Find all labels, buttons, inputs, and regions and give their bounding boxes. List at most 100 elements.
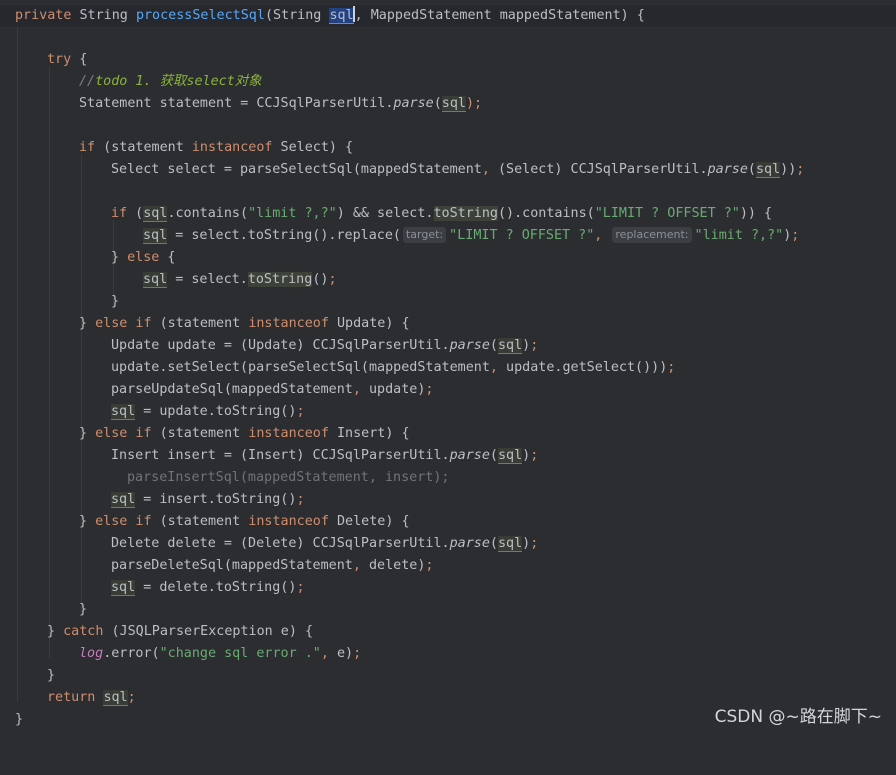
code-text: , [489, 360, 498, 375]
static-method: parse [393, 96, 434, 111]
sql-identifier: sql [329, 8, 354, 24]
code-text: Statement statement = CCJSqlParserUtil. [79, 96, 394, 111]
code-text: , [352, 558, 361, 573]
code-line[interactable]: //todo 1. 获取select对象 [0, 71, 896, 93]
code-text: ); [465, 96, 483, 111]
code-line[interactable]: sql = update.toString(); [0, 401, 896, 423]
comment: // [79, 74, 96, 89]
code-text: } [79, 426, 88, 441]
code-text: (statement [151, 426, 249, 441]
code-line[interactable]: sql = select.toString(); [0, 269, 896, 291]
code-text: )) { [739, 206, 773, 221]
code-text: Update) { [328, 316, 410, 331]
code-text: .contains( [167, 206, 249, 221]
code-text: e) [328, 646, 354, 661]
code-line[interactable]: } else if (statement instanceof Insert) … [0, 423, 896, 445]
keyword: instanceof [191, 140, 273, 155]
code-line[interactable]: Select select = parseSelectSql(mappedSta… [0, 159, 896, 181]
code-line[interactable]: update.setSelect(parseSelectSql(mappedSt… [0, 357, 896, 379]
code-text: ; [425, 558, 434, 573]
parameter-hint: replacement: [612, 227, 692, 243]
code-line[interactable]: sql = delete.toString(); [0, 577, 896, 599]
watermark: CSDN @~路在脚下~ [714, 707, 882, 727]
code-line[interactable]: Insert insert = (Insert) CCJSqlParserUti… [0, 445, 896, 467]
code-line[interactable]: } else if (statement instanceof Delete) … [0, 511, 896, 533]
keyword: instanceof [248, 316, 329, 331]
code-text: Delete delete = (Delete) CCJSqlParserUti… [111, 536, 450, 551]
sql-identifier: sql [497, 536, 523, 552]
code-text: } [79, 514, 88, 529]
string-literal: "LIMIT ? OFFSET ?" [449, 228, 595, 243]
code-text: = update.toString() [135, 404, 297, 419]
code-line[interactable]: } [0, 665, 896, 687]
code-text: ( [747, 162, 756, 177]
code-line[interactable]: } [0, 291, 896, 313]
code-line[interactable]: sql = select.toString().replace(target: "… [0, 225, 896, 247]
code-text: ( [127, 206, 144, 221]
code-line[interactable]: Statement statement = CCJSqlParserUtil.p… [0, 93, 896, 115]
code-text: ; [296, 580, 305, 595]
code-text: (String [264, 8, 330, 23]
code-text: ; [530, 536, 539, 551]
code-line[interactable]: log.error("change sql error .", e); [0, 643, 896, 665]
code-text: , [481, 162, 490, 177]
code-text: } [15, 712, 24, 727]
code-line[interactable]: } [0, 599, 896, 621]
keyword: private [15, 8, 72, 23]
code-line[interactable]: } catch (JSQLParserException e) { [0, 621, 896, 643]
static-method: parse [449, 338, 490, 353]
keyword: catch [63, 624, 104, 639]
code-text: { [71, 52, 88, 67]
code-text: Insert insert = (Insert) CCJSqlParserUti… [111, 448, 450, 463]
code-text: , [320, 646, 329, 661]
sql-identifier: sql [143, 206, 168, 222]
code-text: ; [530, 338, 539, 353]
code-text: ; [425, 382, 434, 397]
code-line[interactable]: try { [0, 49, 896, 71]
code-line[interactable]: } else { [0, 247, 896, 269]
static-field: log [79, 646, 104, 661]
code-text: ; [353, 646, 362, 661]
static-method: parse [449, 448, 490, 463]
keyword: if [79, 140, 96, 155]
code-line[interactable]: } else if (statement instanceof Update) … [0, 313, 896, 335]
code-text: update.setSelect(parseSelectSql(mappedSt… [111, 360, 490, 375]
keyword: else if [95, 426, 152, 441]
code-line[interactable]: parseInsertSql(mappedStatement, insert); [0, 467, 896, 489]
method-name: processSelectSql [135, 8, 265, 23]
code-text: update.getSelect())) [497, 360, 668, 375]
code-text: parseDeleteSql(mappedStatement [111, 558, 353, 573]
sql-identifier: sql [111, 580, 136, 596]
code-text: } [79, 602, 88, 617]
todo-comment: select [186, 74, 235, 89]
code-text: ( [433, 96, 442, 111]
sql-identifier: sql [111, 404, 136, 420]
code-line[interactable]: parseDeleteSql(mappedStatement, delete); [0, 555, 896, 577]
code-text: } [47, 624, 56, 639]
code-text: , [352, 382, 361, 397]
keyword: instanceof [248, 426, 329, 441]
code-text: { [159, 250, 176, 265]
code-line[interactable]: Update update = (Update) CCJSqlParserUti… [0, 335, 896, 357]
sql-identifier: sql [755, 162, 781, 178]
code-editor[interactable]: private String processSelectSql(String s… [0, 0, 896, 734]
code-line[interactable]: Delete delete = (Delete) CCJSqlParserUti… [0, 533, 896, 555]
string-literal: "change sql error ." [159, 646, 321, 661]
code-text: (JSQLParserException e) { [103, 624, 314, 639]
keyword: if [111, 206, 128, 221]
code-text: delete) [360, 558, 426, 573]
code-text: , MappedStatement mappedStatement) { [354, 8, 645, 23]
code-line[interactable]: if (statement instanceof Select) { [0, 137, 896, 159]
sql-identifier: sql [143, 272, 168, 288]
code-text: ( [489, 448, 498, 463]
code-line[interactable]: private String processSelectSql(String s… [0, 5, 896, 27]
code-text: } [111, 294, 120, 309]
code-line[interactable]: sql = insert.toString(); [0, 489, 896, 511]
sql-identifier: sql [497, 448, 523, 464]
code-text: (statement [95, 140, 192, 155]
method-call-highlight: toString [247, 272, 313, 287]
code-text: )) [780, 162, 797, 177]
code-text: ; [791, 228, 800, 243]
code-line[interactable]: if (sql.contains("limit ?,?") && select.… [0, 203, 896, 225]
code-line[interactable]: parseUpdateSql(mappedStatement, update); [0, 379, 896, 401]
